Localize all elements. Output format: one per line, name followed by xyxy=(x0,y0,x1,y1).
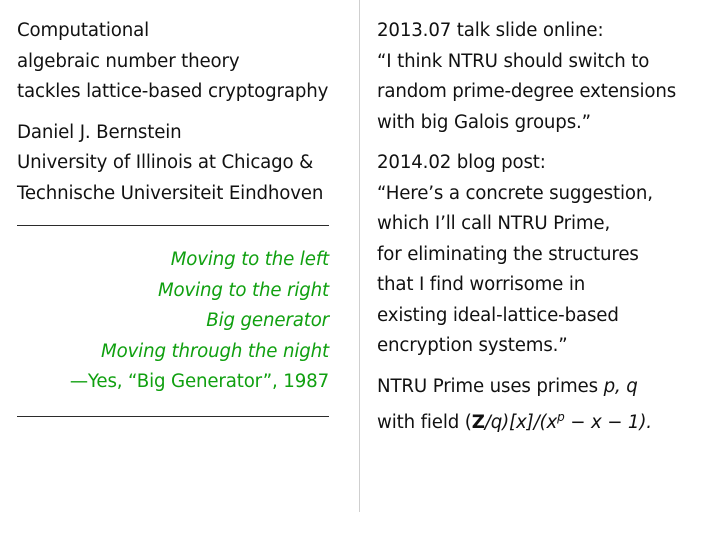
talk-slide-quote-line-2: random prime-degree extensions xyxy=(377,81,677,102)
blog-post-heading: 2014.02 blog post: xyxy=(377,152,546,173)
top-horizontal-rule xyxy=(17,225,329,226)
blog-quote-line-5: existing ideal-lattice-based xyxy=(377,304,619,326)
formula-mod-q: /q xyxy=(484,412,503,433)
quote-attribution: —Yes, “Big Generator”, 1987 xyxy=(69,371,329,392)
talk-slide-quote-line-3: with big Galois groups.” xyxy=(377,111,591,133)
ntru-prime-line-2: with field (Z/q)[x]/(xp − x − 1). xyxy=(377,402,707,433)
blog-quote-line-1: “Here’s a concrete suggestion, xyxy=(377,182,653,204)
field-text: with field xyxy=(377,412,465,433)
integers-symbol: Z xyxy=(471,412,485,433)
talk-slide-quote-line-1: “I think NTRU should switch to xyxy=(377,50,650,72)
title-line-1: Computational xyxy=(17,20,149,41)
formula-tail: − x − 1). xyxy=(564,412,652,433)
formula-open-paren: ( xyxy=(464,412,472,433)
bottom-horizontal-rule xyxy=(17,415,329,417)
title-line-3: tackles lattice-based cryptography xyxy=(17,81,329,102)
quote-line-2: Moving to the right xyxy=(157,279,329,301)
affiliation-line-2: Technische Universiteit Eindhoven xyxy=(17,182,324,204)
column-divider xyxy=(359,0,360,512)
quote-line-1: Moving to the left xyxy=(170,249,329,270)
ntru-prime-text: NTRU Prime uses primes xyxy=(377,375,604,397)
quote-line-3: Big generator xyxy=(206,310,329,331)
talk-slide-block: 2013.07 talk slide online: “I think NTRU… xyxy=(377,16,707,138)
song-quote: Moving to the left Moving to the right B… xyxy=(17,245,329,398)
talk-slide-heading: 2013.07 talk slide online: xyxy=(377,20,604,41)
quote-line-4: Moving through the night xyxy=(101,340,329,362)
blog-quote-line-6: encryption systems.” xyxy=(377,335,568,356)
formula-polynomial-ring: )[x]/(x xyxy=(502,412,558,433)
author-name: Daniel J. Bernstein xyxy=(17,121,182,143)
ntru-prime-line-1: NTRU Prime uses primes p, q xyxy=(377,372,707,403)
affiliation-line-1: University of Illinois at Chicago & xyxy=(17,152,314,173)
right-column: 2013.07 talk slide online: “I think NTRU… xyxy=(377,16,707,433)
blog-post-block: 2014.02 blog post: “Here’s a concrete su… xyxy=(377,148,707,362)
blog-quote-line-4: that I find worrisome in xyxy=(377,274,586,295)
title-line-2: algebraic number theory xyxy=(17,50,240,72)
field-formula: (Z/q)[x]/(xp − x − 1). xyxy=(464,410,652,433)
formula-exponent: p xyxy=(557,410,565,424)
blog-quote-line-2: which I’ll call NTRU Prime, xyxy=(377,213,611,234)
ntru-prime-block: NTRU Prime uses primes p, q with field (… xyxy=(377,372,707,434)
left-column: Computational algebraic number theory ta… xyxy=(17,16,329,417)
primes-math: p, q xyxy=(603,375,638,397)
blog-quote-line-3: for eliminating the structures xyxy=(377,243,639,265)
